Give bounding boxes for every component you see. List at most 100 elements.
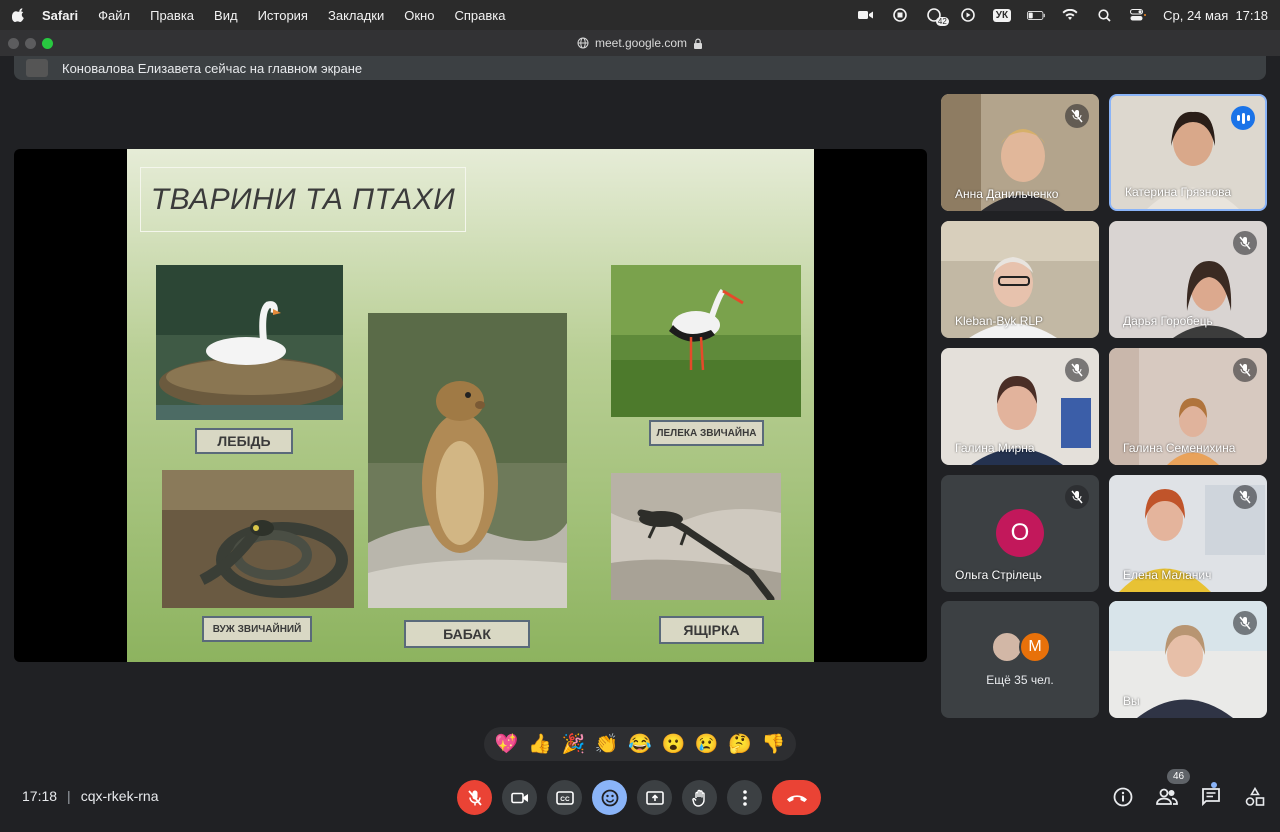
notification-app-icon[interactable]: 42 <box>925 8 949 26</box>
participant-tile-olena[interactable]: Елена Маланич <box>1109 475 1267 592</box>
reaction-party-popper[interactable]: 🎉 <box>561 732 585 756</box>
fullscreen-window-button[interactable] <box>42 38 53 49</box>
participant-tile-kateryna[interactable]: Катерина Грязнова <box>1109 94 1267 211</box>
meeting-info: 17:18 | cqx-rkek-rna <box>22 788 158 804</box>
participant-name: Катерина Грязнова <box>1125 185 1232 199</box>
muted-mic-icon <box>1233 358 1257 382</box>
participant-tile-you[interactable]: Вы <box>1109 601 1267 718</box>
participant-name: Ольга Стрілець <box>955 568 1042 582</box>
menubar-datetime[interactable]: Ср, 24 мая 17:18 <box>1163 8 1268 23</box>
menu-view[interactable]: Вид <box>214 8 238 23</box>
snake-label: ВУЖ ЗВИЧАЙНИЙ <box>202 616 312 642</box>
activities-button[interactable] <box>1242 784 1268 810</box>
marmot-label: БАБАК <box>404 620 530 648</box>
meeting-info-separator: | <box>67 788 71 804</box>
leave-call-button[interactable] <box>772 780 821 815</box>
lizard-label: ЯЩІРКА <box>659 616 764 644</box>
menu-bar: Safari Файл Правка Вид История Закладки … <box>0 0 1280 30</box>
captions-button[interactable]: CC <box>547 780 582 815</box>
reaction-thinking[interactable]: 🤔 <box>728 732 752 756</box>
info-icon <box>1113 787 1133 807</box>
globe-icon <box>577 37 589 49</box>
people-button[interactable] <box>1154 784 1180 810</box>
end-call-icon <box>786 794 807 802</box>
stork-photo <box>611 265 801 417</box>
presenter-thumbnail <box>26 59 48 77</box>
participant-name: Анна Данильченко <box>955 187 1059 201</box>
menu-app-safari[interactable]: Safari <box>42 8 78 23</box>
wifi-icon[interactable] <box>1061 8 1079 22</box>
muted-mic-icon <box>1233 611 1257 635</box>
participant-tile-kleban[interactable]: Kleban-Byk RLP <box>941 221 1099 338</box>
closed-captions-icon: CC <box>555 790 574 805</box>
more-options-button[interactable] <box>727 780 762 815</box>
notification-count: 42 <box>935 17 949 26</box>
slide-title-box: ТВАРИНИ ТА ПТАХИ <box>140 167 466 232</box>
menu-help[interactable]: Справка <box>454 8 505 23</box>
play-icon[interactable] <box>959 8 977 22</box>
participant-name: Галина Мирна <box>955 441 1035 455</box>
participant-tile-galyna-semenykhina[interactable]: Галина Семенихина <box>1109 348 1267 465</box>
snake-photo <box>162 470 354 608</box>
reactions-button[interactable] <box>592 780 627 815</box>
stork-label: ЛЕЛЕКА ЗВИЧАЙНА <box>649 420 764 446</box>
microphone-toggle-button[interactable] <box>457 780 492 815</box>
camera-toggle-button[interactable] <box>502 780 537 815</box>
people-icon <box>1156 788 1178 805</box>
more-participants-tile[interactable]: M Ещё 35 чел. <box>941 601 1099 718</box>
reaction-clapping[interactable]: 👏 <box>595 732 619 756</box>
chat-icon <box>1202 788 1220 807</box>
participant-tile-darya[interactable]: Дарья Горобець <box>1109 221 1267 338</box>
menu-history[interactable]: История <box>258 8 308 23</box>
participant-tile-anna[interactable]: Анна Данильченко <box>941 94 1099 211</box>
spotlight-search-icon[interactable] <box>1095 8 1113 22</box>
reaction-thumbs-down[interactable]: 👎 <box>761 732 785 756</box>
raise-hand-icon <box>691 789 705 807</box>
lizard-photo <box>611 473 781 600</box>
participant-tile-olga[interactable]: О Ольга Стрілець <box>941 475 1099 592</box>
reaction-sparkling-heart[interactable]: 💖 <box>495 732 519 756</box>
activities-shapes-icon <box>1245 787 1265 806</box>
chat-button[interactable] <box>1198 784 1224 810</box>
control-center-icon[interactable] <box>1129 8 1147 22</box>
menu-edit[interactable]: Правка <box>150 8 194 23</box>
present-screen-button[interactable] <box>637 780 672 815</box>
slide-title: ТВАРИНИ ТА ПТАХИ <box>150 182 456 216</box>
reaction-thumbs-up[interactable]: 👍 <box>528 732 552 756</box>
menu-file[interactable]: Файл <box>98 8 130 23</box>
screen-record-icon[interactable] <box>891 8 909 22</box>
video-camera-icon[interactable] <box>857 8 875 22</box>
meeting-details-button[interactable] <box>1110 784 1136 810</box>
minimize-window-button[interactable] <box>25 38 36 49</box>
participant-name: Kleban-Byk RLP <box>955 314 1044 328</box>
reaction-surprised[interactable]: 😮 <box>661 732 685 756</box>
muted-mic-icon <box>1065 104 1089 128</box>
muted-mic-icon <box>1233 231 1257 255</box>
reactions-bar: 💖 👍 🎉 👏 😂 😮 😢 🤔 👎 <box>484 727 796 761</box>
raise-hand-button[interactable] <box>682 780 717 815</box>
keyboard-layout-badge[interactable]: УК <box>992 8 1012 22</box>
close-window-button[interactable] <box>8 38 19 49</box>
menu-bookmarks[interactable]: Закладки <box>328 8 384 23</box>
participant-name: Елена Маланич <box>1123 568 1212 582</box>
meeting-time: 17:18 <box>22 788 58 804</box>
side-controls <box>1110 784 1268 810</box>
url-text: meet.google.com <box>594 36 688 50</box>
emoji-smile-icon <box>601 789 618 806</box>
slide: ТВАРИНИ ТА ПТАХИ ЛЕБІДЬ БАБАК ЛЕЛЕКА ЗВИ… <box>127 149 814 662</box>
swan-label: ЛЕБІДЬ <box>195 428 293 454</box>
address-bar[interactable]: meet.google.com <box>577 36 703 50</box>
presenter-banner-text: Коновалова Елизавета сейчас на главном э… <box>62 60 363 76</box>
participant-name: Вы <box>1123 694 1140 708</box>
apple-icon[interactable] <box>12 8 26 22</box>
battery-icon[interactable] <box>1027 8 1045 22</box>
video-camera-icon <box>510 792 528 803</box>
reaction-sad[interactable]: 😢 <box>695 732 719 756</box>
reaction-tears-of-joy[interactable]: 😂 <box>628 732 652 756</box>
participant-tile-galyna-myrna[interactable]: Галина Мирна <box>941 348 1099 465</box>
presenter-banner: Коновалова Елизавета сейчас на главном э… <box>14 56 1266 80</box>
menu-window[interactable]: Окно <box>404 8 434 23</box>
participant-name: Дарья Горобець <box>1123 314 1213 328</box>
presentation-stage: ТВАРИНИ ТА ПТАХИ ЛЕБІДЬ БАБАК ЛЕЛЕКА ЗВИ… <box>14 149 927 662</box>
swan-photo <box>156 265 343 420</box>
